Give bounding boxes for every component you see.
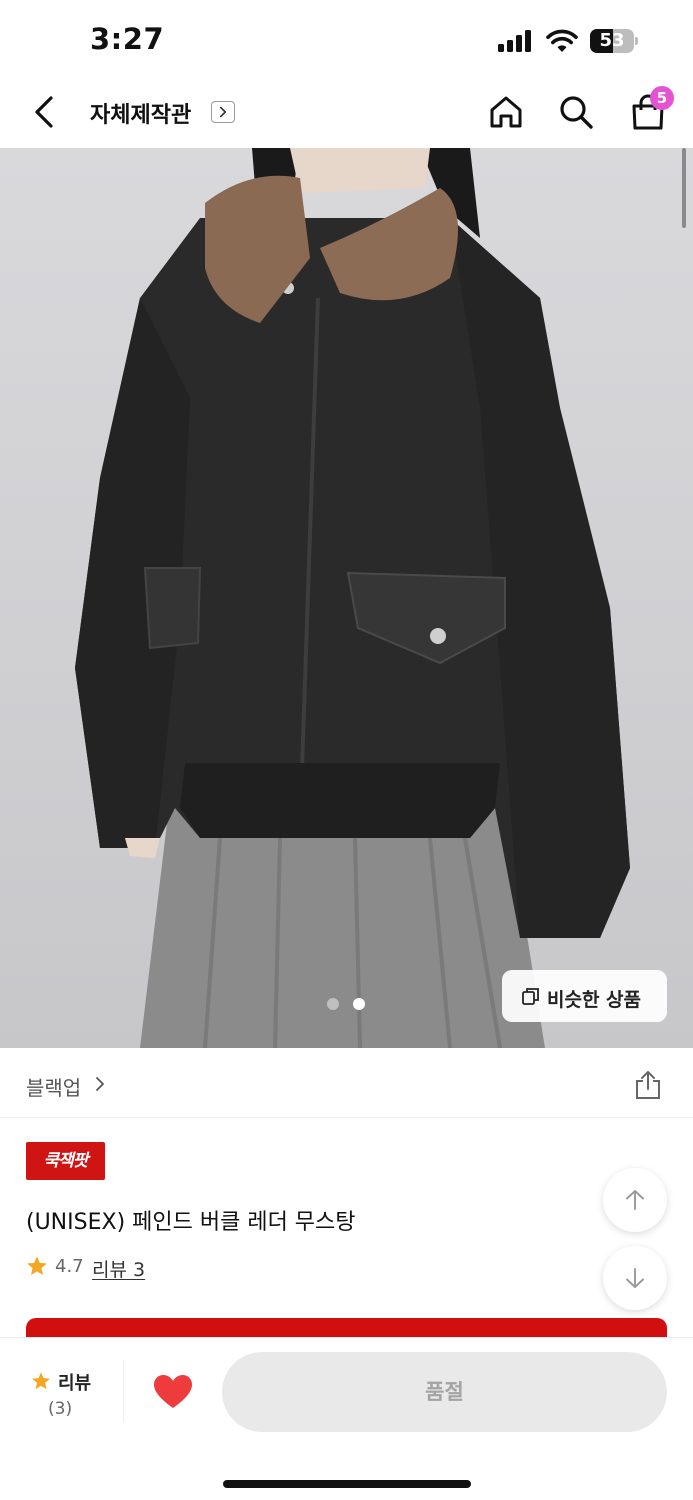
share-icon[interactable] bbox=[634, 1070, 662, 1100]
arrow-up-icon bbox=[626, 1190, 644, 1210]
divider bbox=[123, 1360, 124, 1422]
store-title[interactable]: 자체제작관 bbox=[90, 97, 191, 129]
copy-icon bbox=[522, 988, 539, 1005]
back-icon[interactable] bbox=[28, 94, 62, 130]
similar-products-label: 비슷한 상품 bbox=[547, 989, 642, 1011]
home-indicator bbox=[223, 1480, 471, 1488]
review-label: 리뷰 bbox=[58, 1373, 92, 1394]
soldout-button[interactable]: 품절 bbox=[222, 1352, 667, 1432]
similar-products-button[interactable]: 비슷한 상품 bbox=[502, 970, 667, 1022]
scroll-bottom-button[interactable] bbox=[603, 1246, 667, 1310]
search-icon[interactable] bbox=[556, 92, 596, 132]
product-photo bbox=[75, 148, 630, 1048]
status-bar: 3:27 53 bbox=[0, 0, 693, 80]
star-icon bbox=[32, 1372, 50, 1390]
rating-value: 4.7 bbox=[55, 1256, 84, 1277]
scroll-indicator bbox=[682, 148, 686, 228]
review-link[interactable]: 리뷰 3 bbox=[92, 1255, 145, 1282]
product-title: (UNISEX) 페인드 버클 레더 무스탕 bbox=[26, 1210, 356, 1235]
chevron-right-icon[interactable] bbox=[211, 101, 235, 123]
star-icon bbox=[27, 1256, 47, 1275]
app-header: 자체제작관 bbox=[0, 80, 693, 146]
battery-level: 53 bbox=[599, 30, 625, 51]
cellular-signal-icon bbox=[498, 30, 534, 52]
scroll-top-button[interactable] bbox=[603, 1168, 667, 1232]
promo-badge: 쿡잭팟 bbox=[26, 1142, 105, 1180]
battery-icon: 53 bbox=[590, 29, 638, 53]
arrow-down-icon bbox=[626, 1268, 644, 1288]
brand-row[interactable]: 블랙업 bbox=[0, 1048, 693, 1118]
review-summary-button[interactable]: 리뷰 (3) bbox=[26, 1366, 102, 1426]
page-dot-1[interactable] bbox=[327, 998, 339, 1010]
chevron-right-icon[interactable] bbox=[93, 1076, 107, 1092]
home-icon[interactable] bbox=[486, 92, 526, 132]
wifi-icon bbox=[546, 29, 578, 52]
brand-name[interactable]: 블랙업 bbox=[26, 1072, 81, 1101]
page-dot-2[interactable] bbox=[353, 998, 365, 1010]
product-image-gallery[interactable]: 비슷한 상품 bbox=[0, 148, 693, 1048]
heart-icon[interactable] bbox=[153, 1374, 193, 1410]
cart-count-badge: 5 bbox=[650, 86, 674, 110]
status-time: 3:27 bbox=[90, 22, 165, 56]
review-count: (3) bbox=[48, 1399, 73, 1419]
bottom-action-bar: 리뷰 (3) 품절 bbox=[0, 1337, 693, 1500]
